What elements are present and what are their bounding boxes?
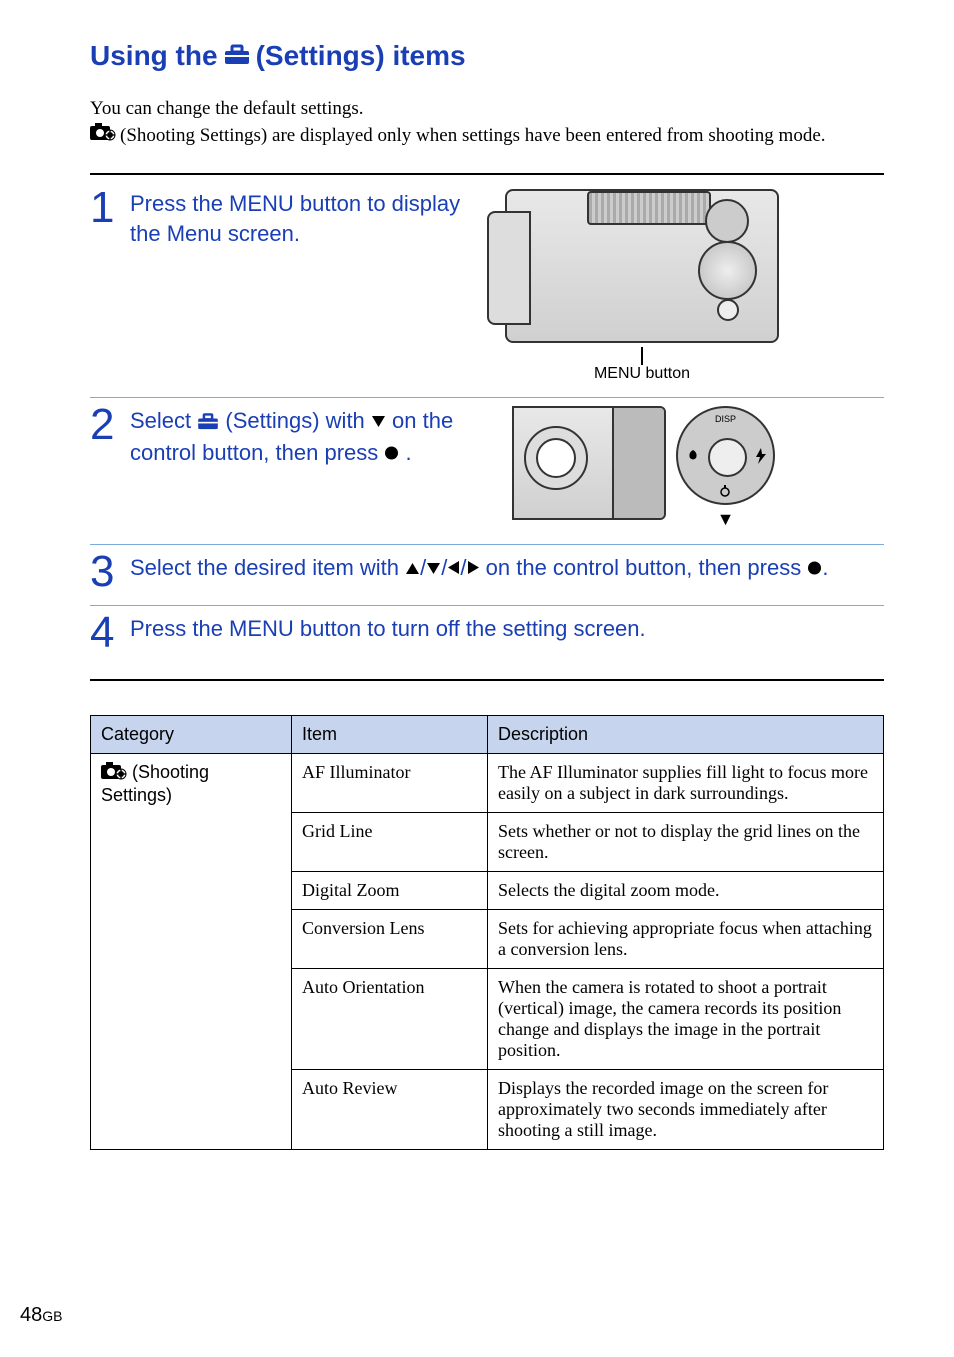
- down-triangle-icon: [371, 406, 386, 436]
- step-4-text: Press the MENU button to turn off the se…: [130, 614, 884, 644]
- page-number: 48GB: [20, 1304, 62, 1327]
- camera-cog-icon: [90, 123, 116, 150]
- title-before: Using the: [90, 40, 218, 72]
- camera-top-illustration: [505, 189, 779, 343]
- down-triangle-icon: [426, 553, 441, 583]
- item-cell: AF Illuminator: [292, 753, 488, 812]
- step-2: 2 Select (Settings) with on the control …: [90, 398, 884, 545]
- down-arrow-icon: ▼: [717, 509, 735, 530]
- settings-table: Category Item Description: [90, 715, 884, 1150]
- item-cell: Auto Orientation: [292, 968, 488, 1069]
- step-1-text: Press the MENU button to display the Men…: [130, 189, 490, 248]
- step-1-figure: MENU button: [502, 189, 782, 383]
- left-triangle-icon: [447, 553, 460, 583]
- desc-cell: Selects the digital zoom mode.: [488, 871, 884, 909]
- timer-icon: [716, 485, 734, 497]
- desc-cell: When the camera is rotated to shoot a po…: [488, 968, 884, 1069]
- col-item: Item: [292, 715, 488, 753]
- title-after: (Settings) items: [256, 40, 466, 72]
- toolbox-icon: [224, 40, 250, 72]
- step-number: 1: [90, 189, 118, 226]
- flash-icon: [755, 448, 767, 464]
- intro-text: You can change the default settings.: [90, 96, 884, 149]
- item-cell: Conversion Lens: [292, 909, 488, 968]
- category-cell: (Shooting Settings): [91, 753, 292, 1149]
- desc-cell: Sets whether or not to display the grid …: [488, 812, 884, 871]
- step-number: 4: [90, 614, 118, 651]
- toolbox-icon: [197, 408, 219, 438]
- intro-rest: are displayed only when settings have be…: [272, 125, 826, 146]
- step-number: 2: [90, 406, 118, 443]
- desc-cell: The AF Illuminator supplies fill light t…: [488, 753, 884, 812]
- disp-label: DISP: [678, 414, 773, 424]
- step-3: 3 Select the desired item with /// on th…: [90, 545, 884, 605]
- step-3-text: Select the desired item with /// on the …: [130, 553, 884, 583]
- intro-icon-label: (Shooting Settings): [120, 125, 267, 146]
- item-cell: Digital Zoom: [292, 871, 488, 909]
- item-cell: Auto Review: [292, 1069, 488, 1149]
- control-button-illustration: DISP ▼: [676, 406, 775, 530]
- right-triangle-icon: [467, 553, 480, 583]
- desc-cell: Sets for achieving appropriate focus whe…: [488, 909, 884, 968]
- table-row: (Shooting Settings) AF Illuminator The A…: [91, 753, 884, 812]
- intro-line1: You can change the default settings.: [90, 96, 884, 123]
- divider: [90, 173, 884, 175]
- item-cell: Grid Line: [292, 812, 488, 871]
- step-4: 4 Press the MENU button to turn off the …: [90, 606, 884, 681]
- col-category: Category: [91, 715, 292, 753]
- up-triangle-icon: [405, 553, 420, 583]
- camera-back-illustration: [512, 406, 666, 520]
- step-number: 3: [90, 553, 118, 590]
- macro-icon: [686, 448, 700, 462]
- center-dot-icon: [807, 555, 822, 580]
- col-description: Description: [488, 715, 884, 753]
- step-2-text: Select (Settings) with on the control bu…: [130, 406, 500, 467]
- center-dot-icon: [384, 440, 405, 465]
- step-2-figure: DISP ▼: [512, 406, 775, 530]
- step-1: 1 Press the MENU button to display the M…: [90, 181, 884, 398]
- desc-cell: Displays the recorded image on the scree…: [488, 1069, 884, 1149]
- camera-cog-icon: [101, 762, 127, 785]
- page-title: Using the (Settings) items: [90, 40, 884, 72]
- menu-button-callout: MENU button: [594, 365, 690, 383]
